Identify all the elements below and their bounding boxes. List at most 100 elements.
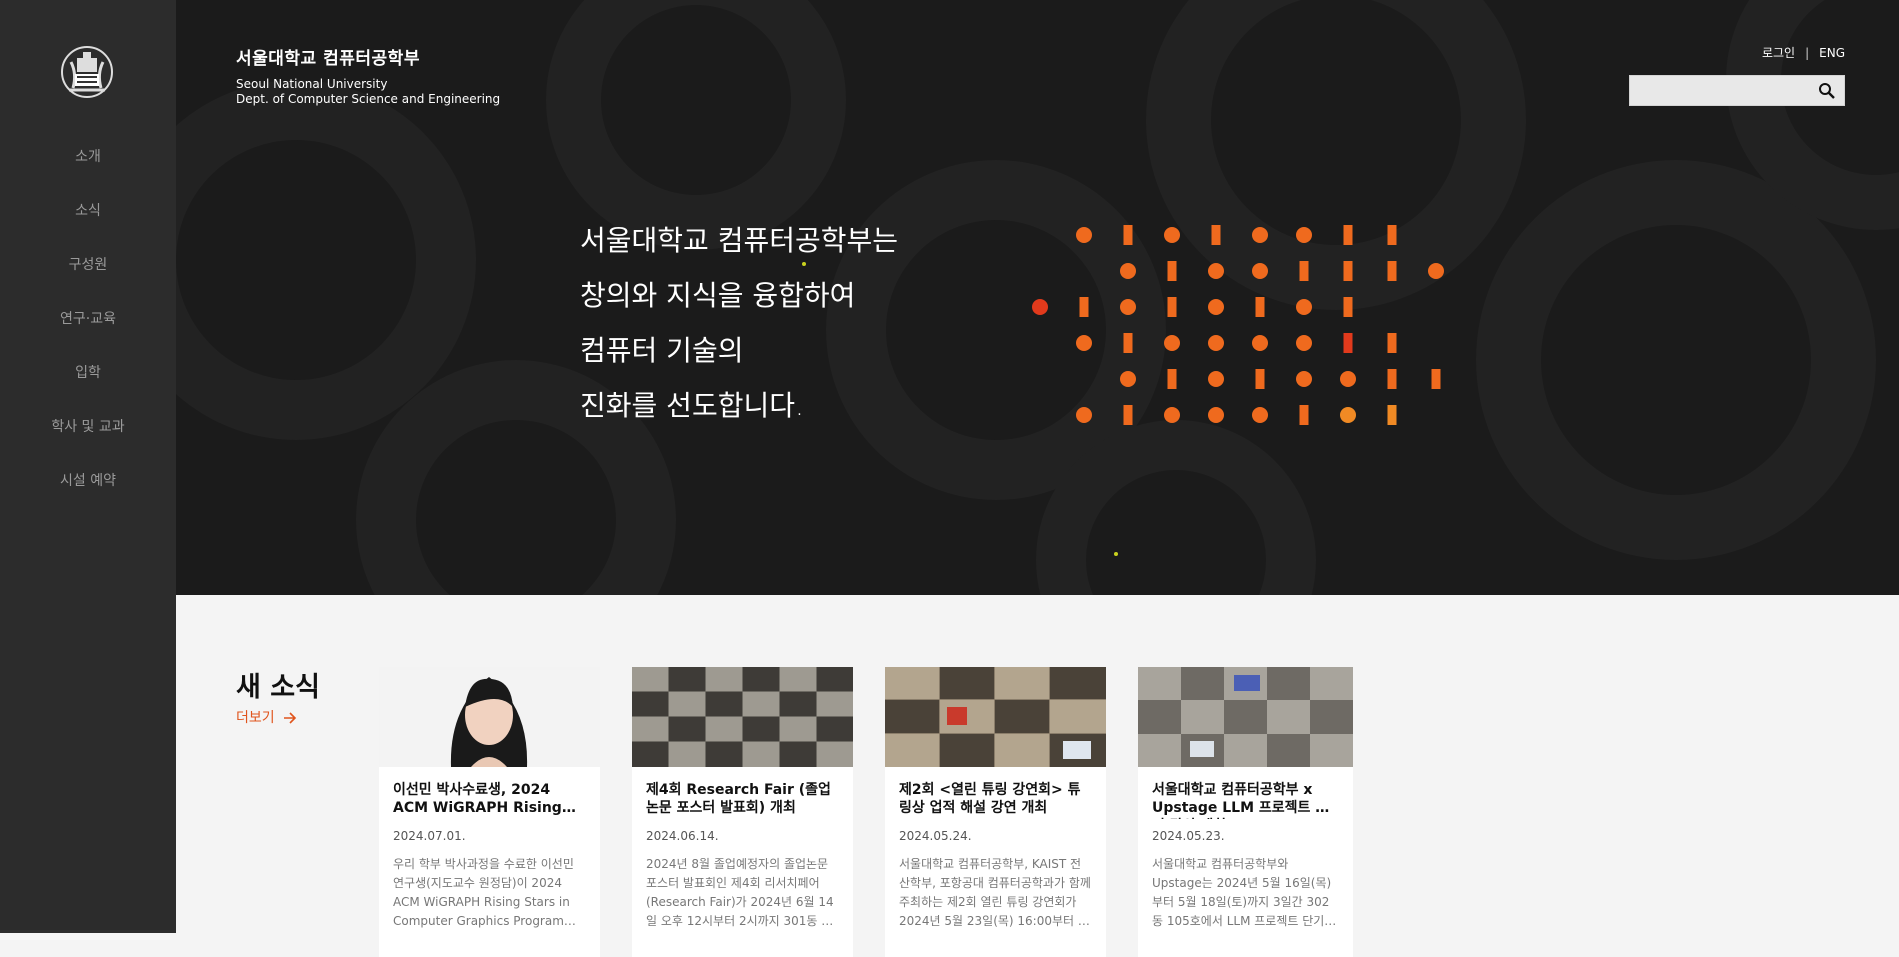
matrix-dot — [1076, 407, 1092, 423]
matrix-dot — [1164, 227, 1180, 243]
matrix-bar — [1167, 297, 1177, 317]
matrix-dot — [1252, 335, 1268, 351]
news-card-excerpt: 서울대학교 컴퓨터공학부와 Upstage는 2024년 5월 16일(목)부터… — [1152, 857, 1332, 928]
more-link[interactable]: 더보기 — [236, 707, 297, 727]
sidebar-item-people[interactable]: 구성원 — [0, 253, 176, 307]
accent-dot — [802, 262, 806, 266]
matrix-dot — [1076, 227, 1092, 243]
matrix-dot — [1428, 263, 1444, 279]
matrix-bar — [1123, 405, 1133, 425]
news-card-title: 이선민 박사수료생, 2024 ACM WiGRAPH Rising Stars… — [393, 782, 562, 819]
matrix-dot — [1120, 263, 1136, 279]
matrix-bar — [1167, 261, 1177, 281]
news-card[interactable]: 제4회 Research Fair (졸업논문 포스터 발표회) 개최 2024… — [632, 667, 853, 957]
matrix-bar — [1431, 369, 1441, 389]
news-card[interactable]: 제2회 <열린 튜링 강연회> 튜링상 업적 해설 강연 개최 2024.05.… — [885, 667, 1106, 957]
news-card-title: 제4회 Research Fair (졸업논문 포스터 발표회) 개최 — [646, 782, 831, 816]
hero-slogan: 서울대학교 컴퓨터공학부는 창의와 지식을 융합하여 컴퓨터 기술의 진화를 선… — [580, 213, 898, 433]
matrix-dot — [1120, 299, 1136, 315]
matrix-dot — [1208, 407, 1224, 423]
matrix-dot — [1340, 407, 1356, 423]
hero-section: 서울대학교 컴퓨터공학부 Seoul National University D… — [176, 0, 1899, 595]
matrix-dot — [1296, 371, 1312, 387]
news-card-excerpt: 서울대학교 컴퓨터공학부, KAIST 전산학부, 포항공대 컴퓨터공학과가 함… — [899, 857, 1091, 928]
matrix-dot — [1032, 299, 1048, 315]
news-card-title: 제2회 <열린 튜링 강연회> 튜링상 업적 해설 강연 개최 — [899, 782, 1081, 816]
matrix-bar — [1255, 369, 1265, 389]
matrix-bar — [1387, 333, 1397, 353]
matrix-bar — [1167, 369, 1177, 389]
utility-separator: | — [1805, 46, 1810, 60]
news-card-date: 2024.06.14. — [646, 829, 719, 843]
news-card[interactable]: 이선민 박사수료생, 2024 ACM WiGRAPH Rising Stars… — [379, 667, 600, 957]
matrix-bar — [1343, 297, 1353, 317]
news-section: 새 소식 더보기 이선민 박사수료생, 2024 ACM WiGRAPH Ris… — [176, 595, 1899, 957]
login-link[interactable]: 로그인 — [1762, 46, 1795, 60]
sidebar-item-news[interactable]: 소식 — [0, 199, 176, 253]
news-heading: 새 소식 — [236, 672, 320, 703]
matrix-dot — [1164, 407, 1180, 423]
matrix-dot — [1252, 227, 1268, 243]
matrix-bar — [1343, 333, 1353, 353]
news-thumbnail-portrait — [379, 667, 600, 767]
matrix-dot — [1208, 263, 1224, 279]
sidebar-item-about[interactable]: 소개 — [0, 145, 176, 199]
matrix-dot — [1296, 227, 1312, 243]
snu-logo[interactable] — [59, 44, 115, 100]
matrix-bar — [1123, 225, 1133, 245]
slogan-line: 컴퓨터 기술의 — [580, 334, 744, 367]
matrix-bar — [1343, 261, 1353, 281]
matrix-dot — [1208, 335, 1224, 351]
sidebar-item-facility[interactable]: 시설 예약 — [0, 469, 176, 523]
matrix-dot — [1120, 371, 1136, 387]
side-nav: 소개 소식 구성원 연구·교육 입학 학사 및 교과 시설 예약 — [0, 145, 176, 523]
sidebar-item-research[interactable]: 연구·교육 — [0, 307, 176, 361]
matrix-bar — [1387, 225, 1397, 245]
sidebar: 소개 소식 구성원 연구·교육 입학 학사 및 교과 시설 예약 — [0, 0, 176, 933]
brand-korean: 서울대학교 컴퓨터공학부 — [236, 49, 420, 69]
brand-english-line2: Dept. of Computer Science and Engineerin… — [236, 92, 501, 106]
news-card-date: 2024.07.01. — [393, 829, 466, 843]
brand-english-line1: Seoul National University — [236, 77, 388, 91]
matrix-bar — [1343, 225, 1353, 245]
matrix-bar — [1299, 405, 1309, 425]
matrix-dot — [1208, 371, 1224, 387]
news-card-excerpt: 우리 학부 박사과정을 수료한 이선민 연구생(지도교수 원정담)이 2024 … — [393, 857, 575, 928]
matrix-bar — [1079, 297, 1089, 317]
sidebar-item-admission[interactable]: 입학 — [0, 361, 176, 415]
news-card-title: 서울대학교 컴퓨터공학부 x Upstage LLM 프로젝트 단기 강의 개최 — [1152, 782, 1329, 819]
matrix-dot — [1076, 335, 1092, 351]
matrix-bar — [1387, 369, 1397, 389]
news-card-date: 2024.05.23. — [1152, 829, 1225, 843]
slogan-line: 진화를 선도합니다. — [580, 389, 804, 422]
matrix-dot — [1340, 371, 1356, 387]
utility-links: 로그인 | ENG — [1762, 44, 1845, 61]
matrix-dot — [1296, 335, 1312, 351]
accent-dot — [1114, 552, 1118, 556]
search-icon[interactable] — [1818, 82, 1836, 100]
news-card-date: 2024.05.24. — [899, 829, 972, 843]
slogan-line: 창의와 지식을 융합하여 — [580, 279, 856, 312]
search-box — [1629, 75, 1845, 106]
news-card-excerpt: 2024년 8월 졸업예정자의 졸업논문 포스터 발표회인 제4회 리서치페어(… — [646, 857, 834, 928]
slogan-line: 서울대학교 컴퓨터공학부는 — [580, 224, 899, 257]
news-thumbnail-collage — [885, 667, 1106, 767]
site-brand[interactable]: 서울대학교 컴퓨터공학부 Seoul National University D… — [236, 44, 500, 107]
matrix-bar — [1299, 261, 1309, 281]
news-thumbnail-collage — [632, 667, 853, 767]
dot-matrix-graphic — [1032, 225, 1444, 425]
matrix-dot — [1252, 263, 1268, 279]
matrix-dot — [1208, 299, 1224, 315]
matrix-dot — [1164, 335, 1180, 351]
news-card[interactable]: 서울대학교 컴퓨터공학부 x Upstage LLM 프로젝트 단기 강의 개최… — [1138, 667, 1353, 957]
matrix-bar — [1387, 261, 1397, 281]
arrow-right-icon — [284, 712, 297, 724]
sidebar-item-academics[interactable]: 학사 및 교과 — [0, 415, 176, 469]
matrix-bar — [1211, 225, 1221, 245]
language-link[interactable]: ENG — [1819, 46, 1845, 60]
matrix-dot — [1296, 299, 1312, 315]
matrix-bar — [1255, 297, 1265, 317]
search-input[interactable] — [1630, 76, 1810, 105]
more-link-label: 더보기 — [236, 710, 275, 726]
matrix-bar — [1123, 333, 1133, 353]
